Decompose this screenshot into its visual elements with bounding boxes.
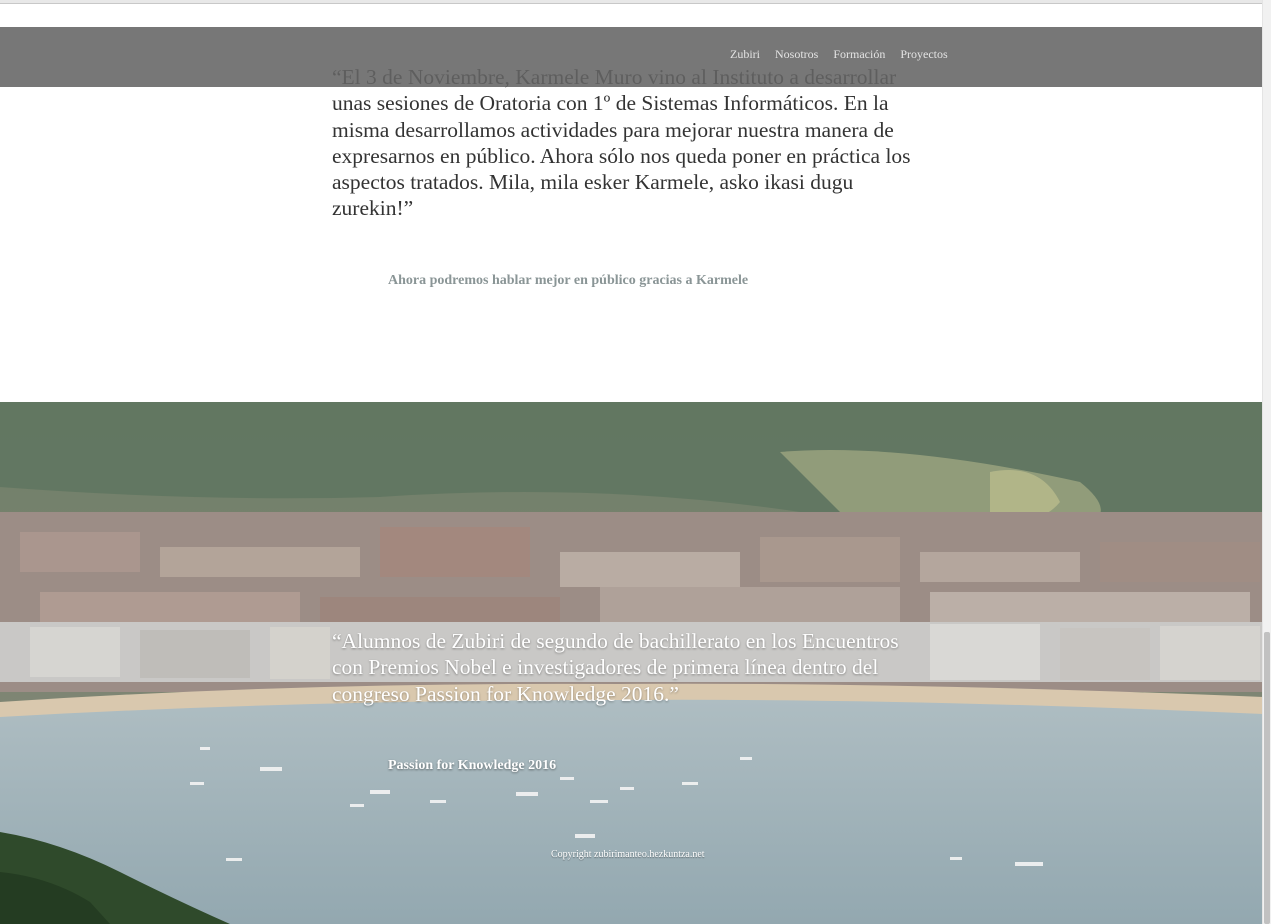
article-quote: “Alumnos de Zubiri de segundo de bachill… <box>332 629 899 706</box>
window-top-edge <box>0 0 1263 4</box>
article-quote: “El 3 de Noviembre, Karmele Muro vino al… <box>332 65 911 221</box>
page: “El 3 de Noviembre, Karmele Muro vino al… <box>0 0 1271 924</box>
article-caption[interactable]: Ahora podremos hablar mejor en público g… <box>388 273 748 289</box>
vertical-scrollbar[interactable] <box>1262 0 1271 924</box>
nav-item-nosotros[interactable]: Nosotros <box>775 47 818 62</box>
nav-menu: Zubiri Nosotros Formación Proyectos <box>730 47 948 62</box>
footer-copyright: Copyright zubirimanteo.hezkuntza.net <box>551 849 705 860</box>
scrollbar-thumb[interactable] <box>1264 632 1270 924</box>
nav-item-formacion[interactable]: Formación <box>833 47 885 62</box>
nav-item-proyectos[interactable]: Proyectos <box>900 47 947 62</box>
article-section-passion-for-knowledge: “Alumnos de Zubiri de segundo de bachill… <box>0 402 1263 924</box>
nav-item-zubiri[interactable]: Zubiri <box>730 47 760 62</box>
top-navbar: Zubiri Nosotros Formación Proyectos <box>0 27 1263 87</box>
article-caption[interactable]: Passion for Knowledge 2016 <box>388 758 556 774</box>
